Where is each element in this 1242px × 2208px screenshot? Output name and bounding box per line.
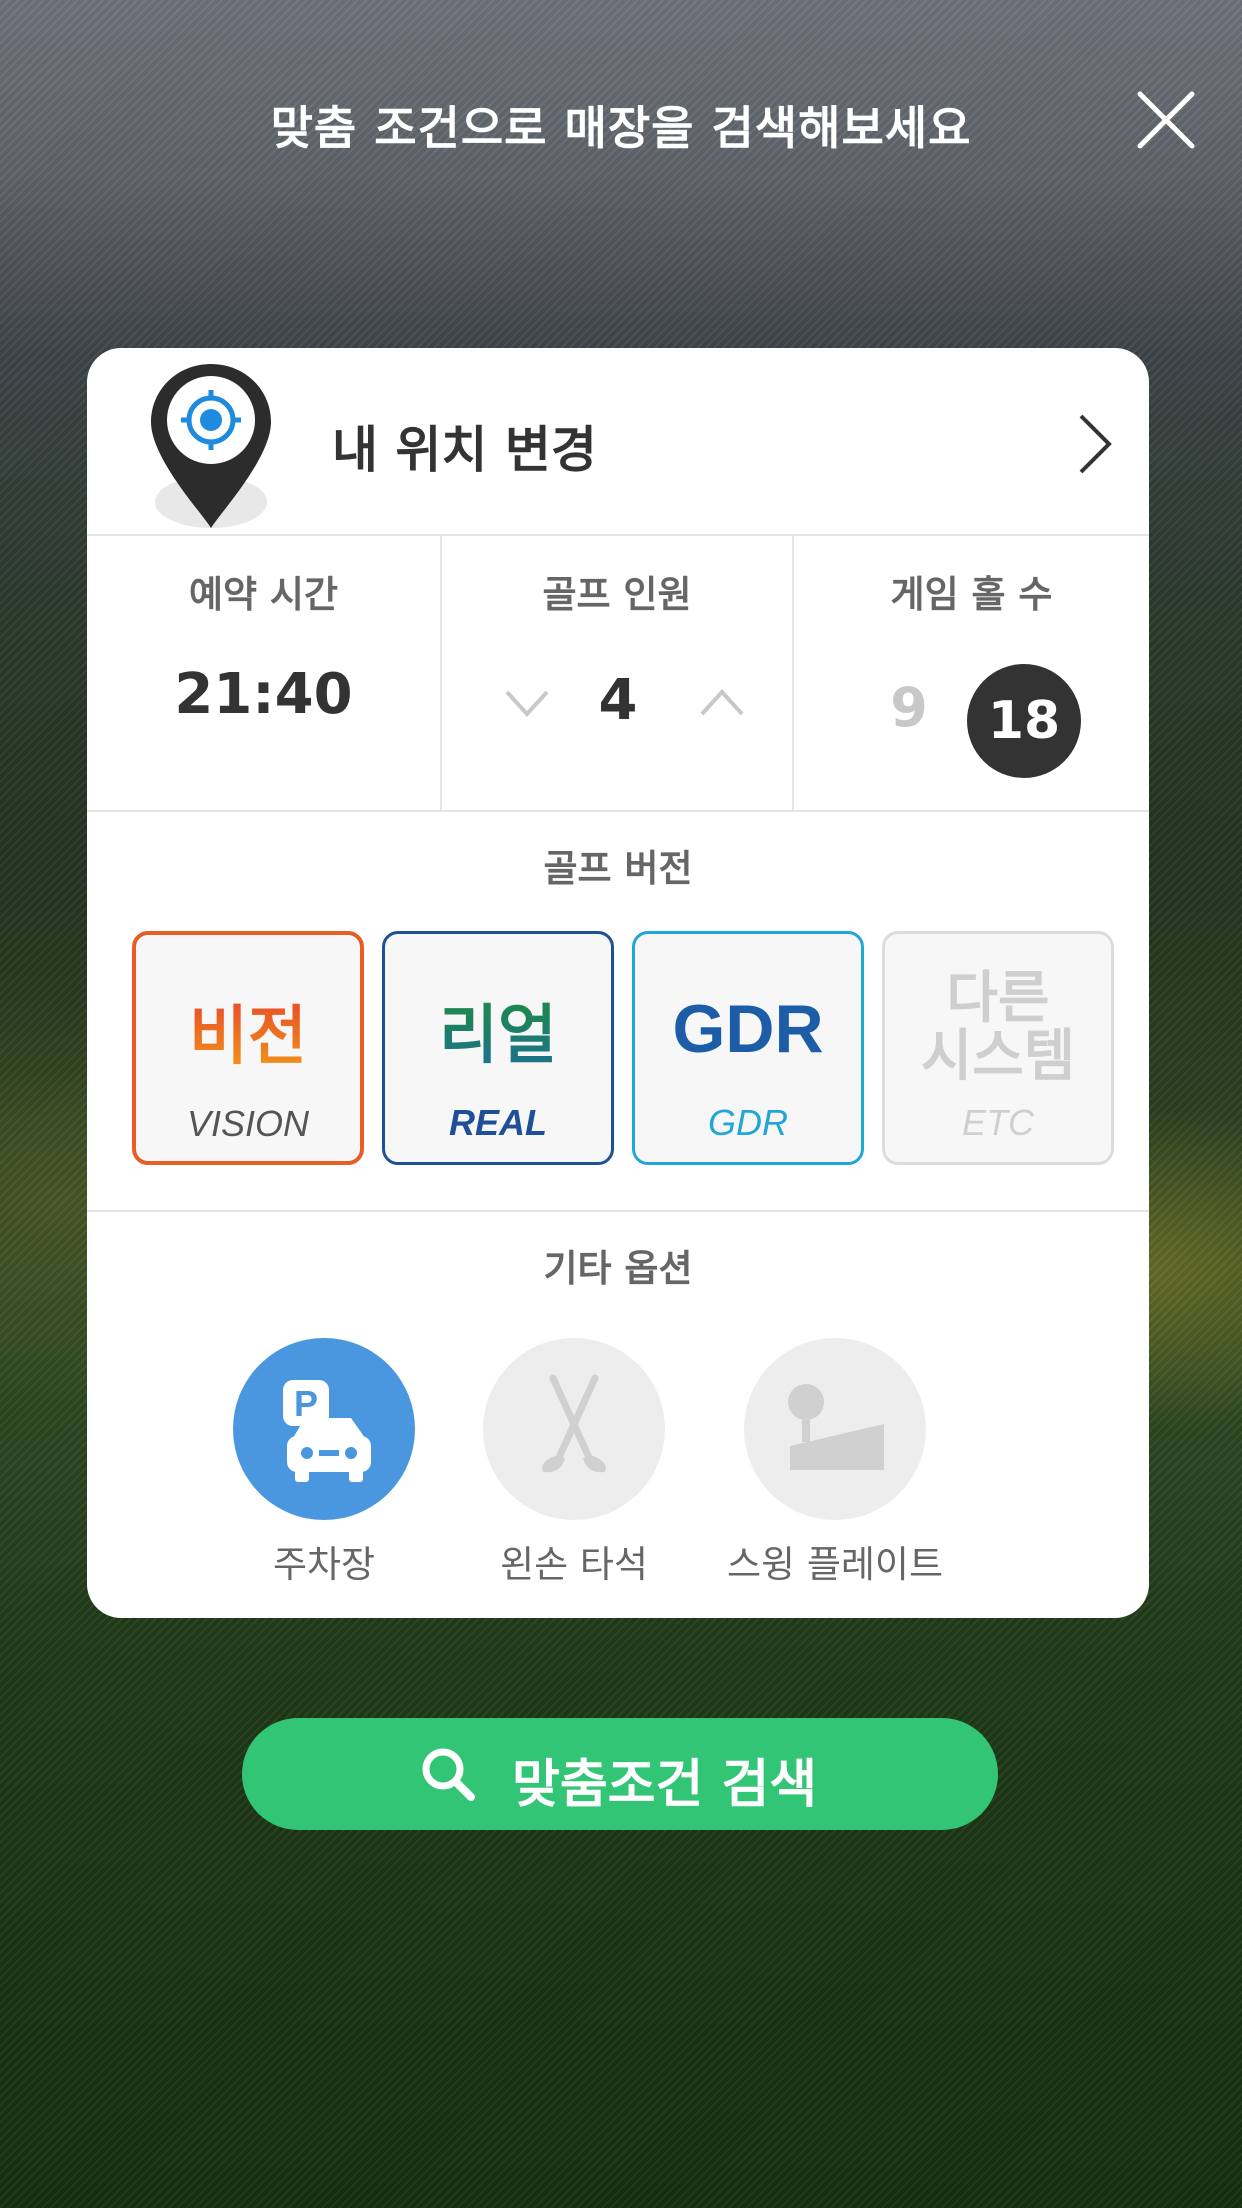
left-hand-toggle[interactable] <box>483 1338 665 1520</box>
divider <box>87 1210 1149 1212</box>
custom-search-label: 맞춤조건 검색 <box>512 1755 818 1815</box>
version-etc-ko: 다른 시스템 <box>920 966 1076 1089</box>
location-pin-icon <box>151 364 271 528</box>
parking-car-icon: P <box>283 1380 371 1482</box>
change-location-label: 내 위치 변경 <box>332 421 597 479</box>
reservation-time-label: 예약 시간 <box>188 573 339 616</box>
version-real-button[interactable]: 리얼 REAL <box>382 931 614 1165</box>
version-real-ko: 리얼 <box>385 984 611 1076</box>
version-gdr-button[interactable]: GDR GDR <box>632 931 864 1165</box>
swing-plate-icon <box>788 1384 884 1470</box>
increase-players-button[interactable] <box>697 686 747 720</box>
decrease-players-button[interactable] <box>502 686 552 720</box>
holes-9-option[interactable]: 9 <box>874 676 944 739</box>
version-etc-button[interactable]: 다른 시스템 ETC <box>882 931 1114 1165</box>
version-real-en: REAL <box>449 1102 547 1143</box>
close-icon[interactable] <box>1134 88 1198 152</box>
booking-stats: 예약 시간 21:40 골프 인원 4 게임 홀 수 9 18 <box>87 536 1149 812</box>
other-options: P 주차장 왼손 타석 스윙 플레이트 <box>87 1338 1149 1598</box>
option-swing-plate-label: 스윙 플레이트 <box>726 1543 943 1586</box>
search-icon <box>422 1748 475 1801</box>
game-holes: 게임 홀 수 9 18 <box>794 536 1149 812</box>
option-parking[interactable]: P 주차장 <box>199 1338 449 1588</box>
chevron-right-icon <box>1079 414 1112 474</box>
svg-text:P: P <box>294 1383 318 1424</box>
reservation-time-value: 21:40 <box>174 662 353 727</box>
option-parking-label: 주차장 <box>272 1543 376 1586</box>
version-etc-en: ETC <box>962 1102 1034 1143</box>
version-vision-ko: 비전 <box>136 985 360 1077</box>
game-holes-label: 게임 홀 수 <box>890 573 1053 616</box>
reservation-time[interactable]: 예약 시간 21:40 <box>87 536 442 812</box>
option-left-hand-label: 왼손 타석 <box>500 1543 648 1586</box>
version-vision-button[interactable]: 비전 VISION <box>132 931 364 1165</box>
search-filter-card: 내 위치 변경 예약 시간 21:40 골프 인원 4 게임 홀 수 9 18 … <box>87 348 1149 1618</box>
player-count-label: 골프 인원 <box>542 573 692 616</box>
player-count: 골프 인원 4 <box>442 536 794 812</box>
version-gdr-en: GDR <box>708 1102 788 1143</box>
option-swing-plate[interactable]: 스윙 플레이트 <box>690 1338 980 1588</box>
version-gdr-ko: GDR <box>672 991 824 1067</box>
page-title: 맞춤 조건으로 매장을 검색해보세요 <box>270 101 972 155</box>
version-vision-en: VISION <box>186 1103 310 1144</box>
other-options-title: 기타 옵션 <box>543 1247 693 1290</box>
change-location-button[interactable]: 내 위치 변경 <box>87 348 1149 536</box>
golf-version-title: 골프 버전 <box>543 847 693 890</box>
swing-plate-toggle[interactable] <box>744 1338 926 1520</box>
golf-clubs-icon <box>542 1374 606 1473</box>
parking-toggle[interactable]: P <box>233 1338 415 1520</box>
golf-version-options: 비전 VISION 리얼 REAL GDR GDR 다른 시스템 ETC <box>132 931 1114 1165</box>
holes-18-option[interactable]: 18 <box>967 664 1081 778</box>
player-count-value: 4 <box>598 668 638 733</box>
option-left-hand[interactable]: 왼손 타석 <box>449 1338 699 1588</box>
custom-search-button[interactable]: 맞춤조건 검색 <box>242 1718 998 1830</box>
